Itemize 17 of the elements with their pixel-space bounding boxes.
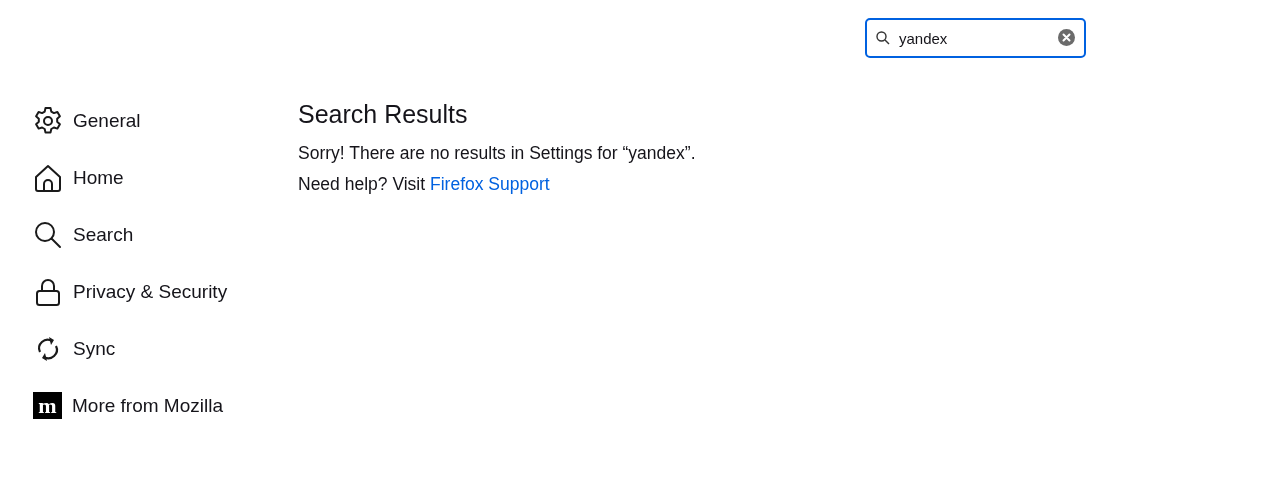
support-link[interactable]: Firefox Support [430, 174, 550, 194]
gear-icon [33, 105, 63, 136]
search-field[interactable]: yandex [865, 18, 1086, 58]
lock-icon [33, 276, 63, 307]
no-results-message: Sorry! There are no results in Settings for “yandex”. [298, 143, 696, 164]
help-text: Need help? Visit [298, 174, 426, 194]
clear-icon[interactable] [1058, 29, 1075, 46]
mozilla-logo: m [33, 392, 62, 419]
sidebar-item[interactable]: Search [33, 206, 298, 263]
sidebar-item[interactable]: m More from Mozilla [33, 377, 298, 434]
sidebar-item[interactable]: Privacy & Security [33, 263, 298, 320]
search-icon [33, 219, 63, 250]
results-title: Search Results [298, 100, 469, 129]
sidebar-item[interactable]: Sync [33, 320, 298, 377]
sidebar-item[interactable]: Home [33, 149, 298, 206]
house-icon [33, 162, 63, 193]
sidebar-item[interactable]: General [33, 92, 298, 149]
